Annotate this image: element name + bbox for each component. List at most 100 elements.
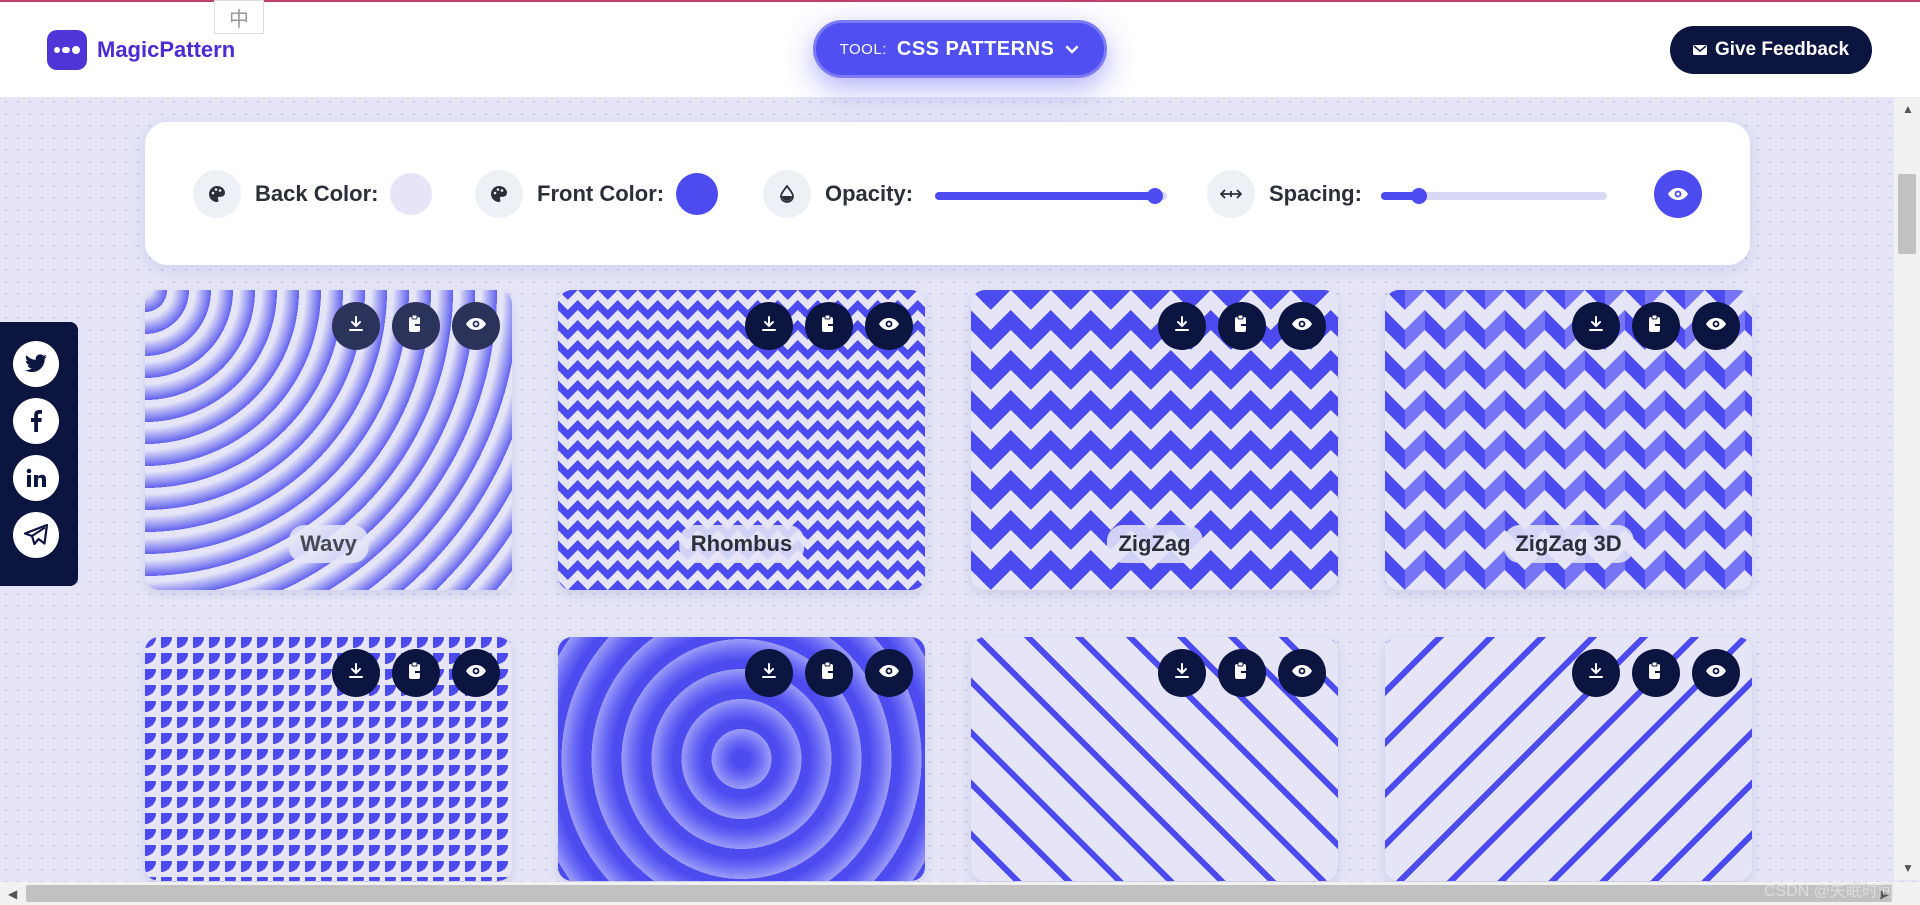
eye-icon — [1291, 317, 1313, 336]
copy-code-button[interactable] — [1218, 302, 1266, 350]
copy-code-button[interactable] — [1218, 649, 1266, 697]
tool-prefix-label: TOOL: — [839, 40, 887, 58]
copy-code-button[interactable] — [392, 649, 440, 697]
copy-code-icon — [407, 314, 426, 339]
tool-name-label: CSS PATTERNS — [896, 37, 1055, 60]
pattern-card[interactable] — [145, 637, 512, 881]
twitter-icon[interactable] — [13, 341, 59, 387]
pattern-card-zigzag[interactable]: ZigZag — [971, 290, 1338, 590]
pattern-card-rhombus[interactable]: Rhombus — [558, 290, 925, 590]
spacing-label: Spacing: — [1269, 181, 1362, 206]
card-actions — [1158, 302, 1326, 350]
scroll-down-arrow-icon[interactable]: ▼ — [1902, 861, 1914, 875]
social-share-bar — [0, 322, 78, 586]
top-header: MagicPattern 中 TOOL: CSS PATTERNS Give F… — [0, 0, 1920, 97]
download-icon — [760, 315, 778, 338]
pattern-card[interactable] — [1385, 637, 1752, 881]
eye-icon — [878, 317, 900, 336]
download-button[interactable] — [1572, 302, 1620, 350]
card-actions — [1572, 649, 1740, 697]
preview-button[interactable] — [452, 649, 500, 697]
copy-code-button[interactable] — [392, 302, 440, 350]
opacity-slider-handle[interactable] — [1147, 188, 1164, 204]
download-button[interactable] — [1158, 649, 1206, 697]
scroll-up-arrow-icon[interactable]: ▲ — [1902, 102, 1914, 116]
download-icon — [1173, 662, 1191, 685]
pattern-card-label: Rhombus — [678, 525, 805, 563]
tool-selector-button[interactable]: TOOL: CSS PATTERNS — [813, 20, 1107, 78]
opacity-label: Opacity: — [825, 181, 914, 206]
front-color-swatch[interactable] — [676, 173, 719, 215]
copy-code-button[interactable] — [805, 649, 853, 697]
pattern-card-zigzag-3d[interactable]: ZigZag 3D — [1385, 290, 1752, 590]
spacing-slider-handle[interactable] — [1411, 188, 1428, 204]
envelope-icon — [1692, 45, 1707, 55]
palette-icon — [475, 170, 523, 218]
copy-code-icon — [1233, 314, 1252, 339]
language-badge[interactable]: 中 — [214, 0, 264, 34]
opacity-control: Opacity: — [763, 170, 913, 218]
brand-logo[interactable]: MagicPattern — [47, 30, 235, 70]
brand-name: MagicPattern — [97, 37, 236, 62]
back-color-label: Back Color: — [255, 181, 379, 206]
front-color-label: Front Color: — [537, 181, 665, 206]
pattern-card-wavy[interactable]: Wavy — [145, 290, 512, 590]
download-button[interactable] — [332, 649, 380, 697]
card-actions — [745, 302, 913, 350]
opacity-slider[interactable] — [935, 188, 1167, 204]
eye-icon — [465, 664, 487, 683]
preview-button[interactable] — [865, 302, 913, 350]
pattern-card[interactable] — [971, 637, 1338, 881]
copy-code-button[interactable] — [805, 302, 853, 350]
eye-icon — [878, 664, 900, 683]
download-button[interactable] — [745, 649, 793, 697]
download-icon — [347, 662, 365, 685]
linkedin-icon[interactable] — [13, 455, 59, 501]
horizontal-scrollbar-thumb[interactable] — [26, 885, 1892, 902]
download-button[interactable] — [745, 302, 793, 350]
card-actions — [1158, 649, 1326, 697]
download-button[interactable] — [332, 302, 380, 350]
download-icon — [1587, 662, 1605, 685]
arrows-horizontal-icon — [1207, 170, 1255, 218]
feedback-label: Give Feedback — [1714, 39, 1850, 60]
preview-button[interactable] — [1278, 302, 1326, 350]
spacing-control: Spacing: — [1207, 170, 1362, 218]
preview-button[interactable] — [1692, 302, 1740, 350]
spacing-slider[interactable] — [1381, 188, 1607, 204]
copy-code-button[interactable] — [1632, 649, 1680, 697]
watermark: CSDN @失眠时间 — [1764, 883, 1895, 900]
give-feedback-button[interactable]: Give Feedback — [1670, 26, 1872, 74]
preview-button[interactable] — [865, 649, 913, 697]
preview-button[interactable] — [1692, 649, 1740, 697]
download-button[interactable] — [1158, 302, 1206, 350]
vertical-scrollbar-thumb[interactable] — [1898, 174, 1916, 254]
preview-button[interactable] — [452, 302, 500, 350]
download-icon — [1587, 315, 1605, 338]
eye-icon — [1705, 664, 1727, 683]
copy-code-icon — [407, 661, 426, 686]
copy-code-icon — [820, 661, 839, 686]
preview-button[interactable] — [1278, 649, 1326, 697]
facebook-icon[interactable] — [13, 398, 59, 444]
scroll-left-arrow-icon[interactable]: ◀ — [8, 887, 17, 901]
card-actions — [1572, 302, 1740, 350]
pattern-controls-panel: Back Color: Front Color: Opacity: Spacin… — [145, 122, 1750, 265]
copy-code-icon — [820, 314, 839, 339]
back-color-swatch[interactable] — [390, 173, 433, 215]
pattern-card[interactable] — [558, 637, 925, 881]
copy-code-icon — [1233, 661, 1252, 686]
copy-code-button[interactable] — [1632, 302, 1680, 350]
download-icon — [1173, 315, 1191, 338]
preview-toggle-button[interactable] — [1654, 170, 1702, 218]
front-color-control: Front Color: — [475, 170, 719, 218]
palette-icon — [193, 170, 241, 218]
eye-icon — [1668, 188, 1688, 200]
download-icon — [347, 315, 365, 338]
download-button[interactable] — [1572, 649, 1620, 697]
pattern-card-label: ZigZag — [1106, 525, 1203, 563]
droplet-icon — [763, 170, 811, 218]
eye-icon — [1291, 664, 1313, 683]
telegram-icon[interactable] — [13, 512, 59, 558]
opacity-slider-fill — [935, 192, 1156, 200]
